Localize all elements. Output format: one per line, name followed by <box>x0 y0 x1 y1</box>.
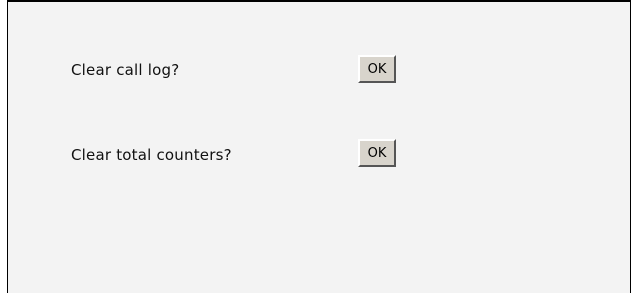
settings-panel: Clear call log? OK Clear total counters?… <box>7 0 631 293</box>
clear-call-log-label: Clear call log? <box>71 61 180 79</box>
clear-call-log-ok-button[interactable]: OK <box>358 55 396 83</box>
clear-total-counters-row: Clear total counters? <box>71 142 351 168</box>
clear-total-counters-ok-button[interactable]: OK <box>358 139 396 167</box>
clear-call-log-row: Clear call log? <box>71 57 351 83</box>
clear-total-counters-label: Clear total counters? <box>71 146 232 164</box>
